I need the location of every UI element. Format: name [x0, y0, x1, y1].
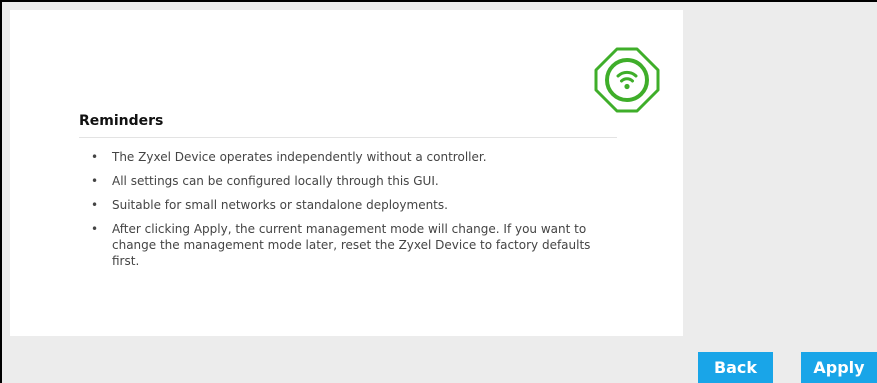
back-button[interactable]: Back — [698, 352, 773, 383]
title-divider — [79, 137, 617, 138]
apply-button[interactable]: Apply — [801, 352, 877, 383]
bullet-icon: • — [91, 222, 99, 236]
wizard-frame: Reminders • The Zyxel Device operates ind… — [0, 0, 877, 383]
reminder-list: • The Zyxel Device operates independently… — [91, 149, 616, 277]
bullet-icon: • — [91, 150, 99, 164]
list-item: • The Zyxel Device operates independently… — [91, 149, 616, 165]
bullet-icon: • — [91, 198, 99, 212]
reminder-text: The Zyxel Device operates independently … — [112, 150, 487, 164]
bullet-icon: • — [91, 174, 99, 188]
reminders-title: Reminders — [79, 113, 164, 129]
reminder-text: All settings can be configured locally t… — [112, 174, 439, 188]
reminder-text: After clicking Apply, the current manage… — [112, 222, 591, 268]
wifi-icon — [594, 47, 660, 113]
reminder-text: Suitable for small networks or standalon… — [112, 198, 448, 212]
list-item: • Suitable for small networks or standalo… — [91, 197, 616, 213]
list-item: • All settings can be configured locally … — [91, 173, 616, 189]
list-item: • After clicking Apply, the current manag… — [91, 221, 616, 269]
